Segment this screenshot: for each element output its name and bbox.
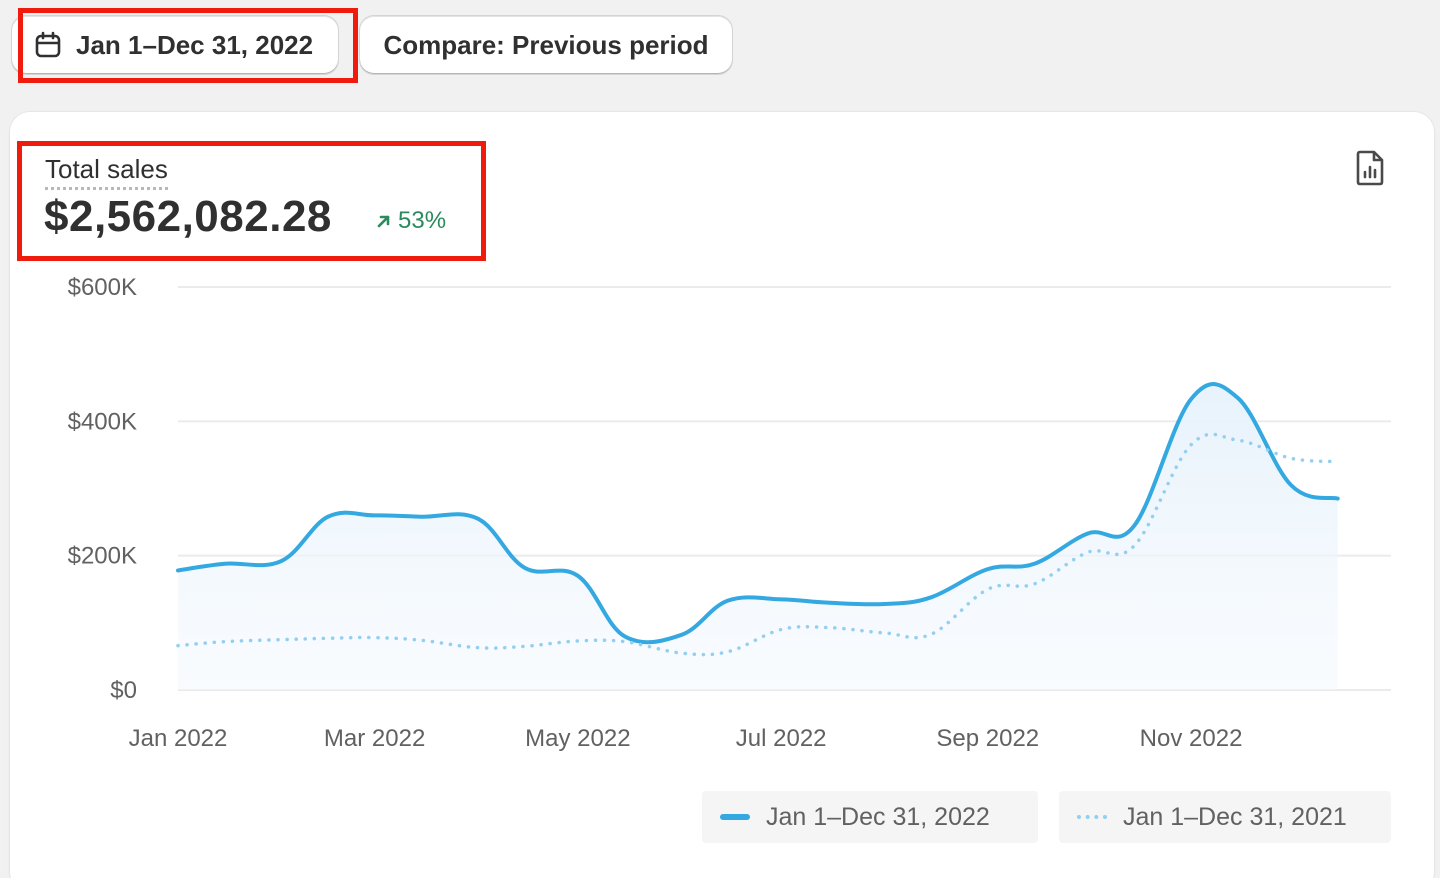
y-tick-label: $200K [68, 543, 137, 570]
x-tick-label: May 2022 [525, 725, 630, 752]
x-tick-label: Sep 2022 [936, 725, 1039, 752]
y-tick-label: $400K [68, 408, 137, 435]
legend-label-comparison: Jan 1–Dec 31, 2021 [1123, 802, 1347, 831]
legend-item-current[interactable]: Jan 1–Dec 31, 2022 [702, 791, 1038, 843]
legend-item-comparison[interactable]: Jan 1–Dec 31, 2021 [1059, 791, 1391, 843]
x-tick-label: Nov 2022 [1140, 725, 1243, 752]
x-tick-label: Jul 2022 [736, 725, 827, 752]
x-tick-label: Mar 2022 [324, 725, 425, 752]
y-tick-label: $0 [110, 677, 137, 704]
series-area-current [178, 384, 1338, 690]
y-tick-label: $600K [68, 274, 137, 301]
legend-swatch-dotted [1077, 815, 1107, 819]
legend-swatch-solid [720, 814, 750, 820]
x-tick-label: Jan 2022 [129, 725, 228, 752]
sales-chart: $600K $400K $200K $0 Jan 2022 Mar 2022 May 20… [68, 274, 1391, 752]
legend-label-current: Jan 1–Dec 31, 2022 [766, 802, 990, 831]
